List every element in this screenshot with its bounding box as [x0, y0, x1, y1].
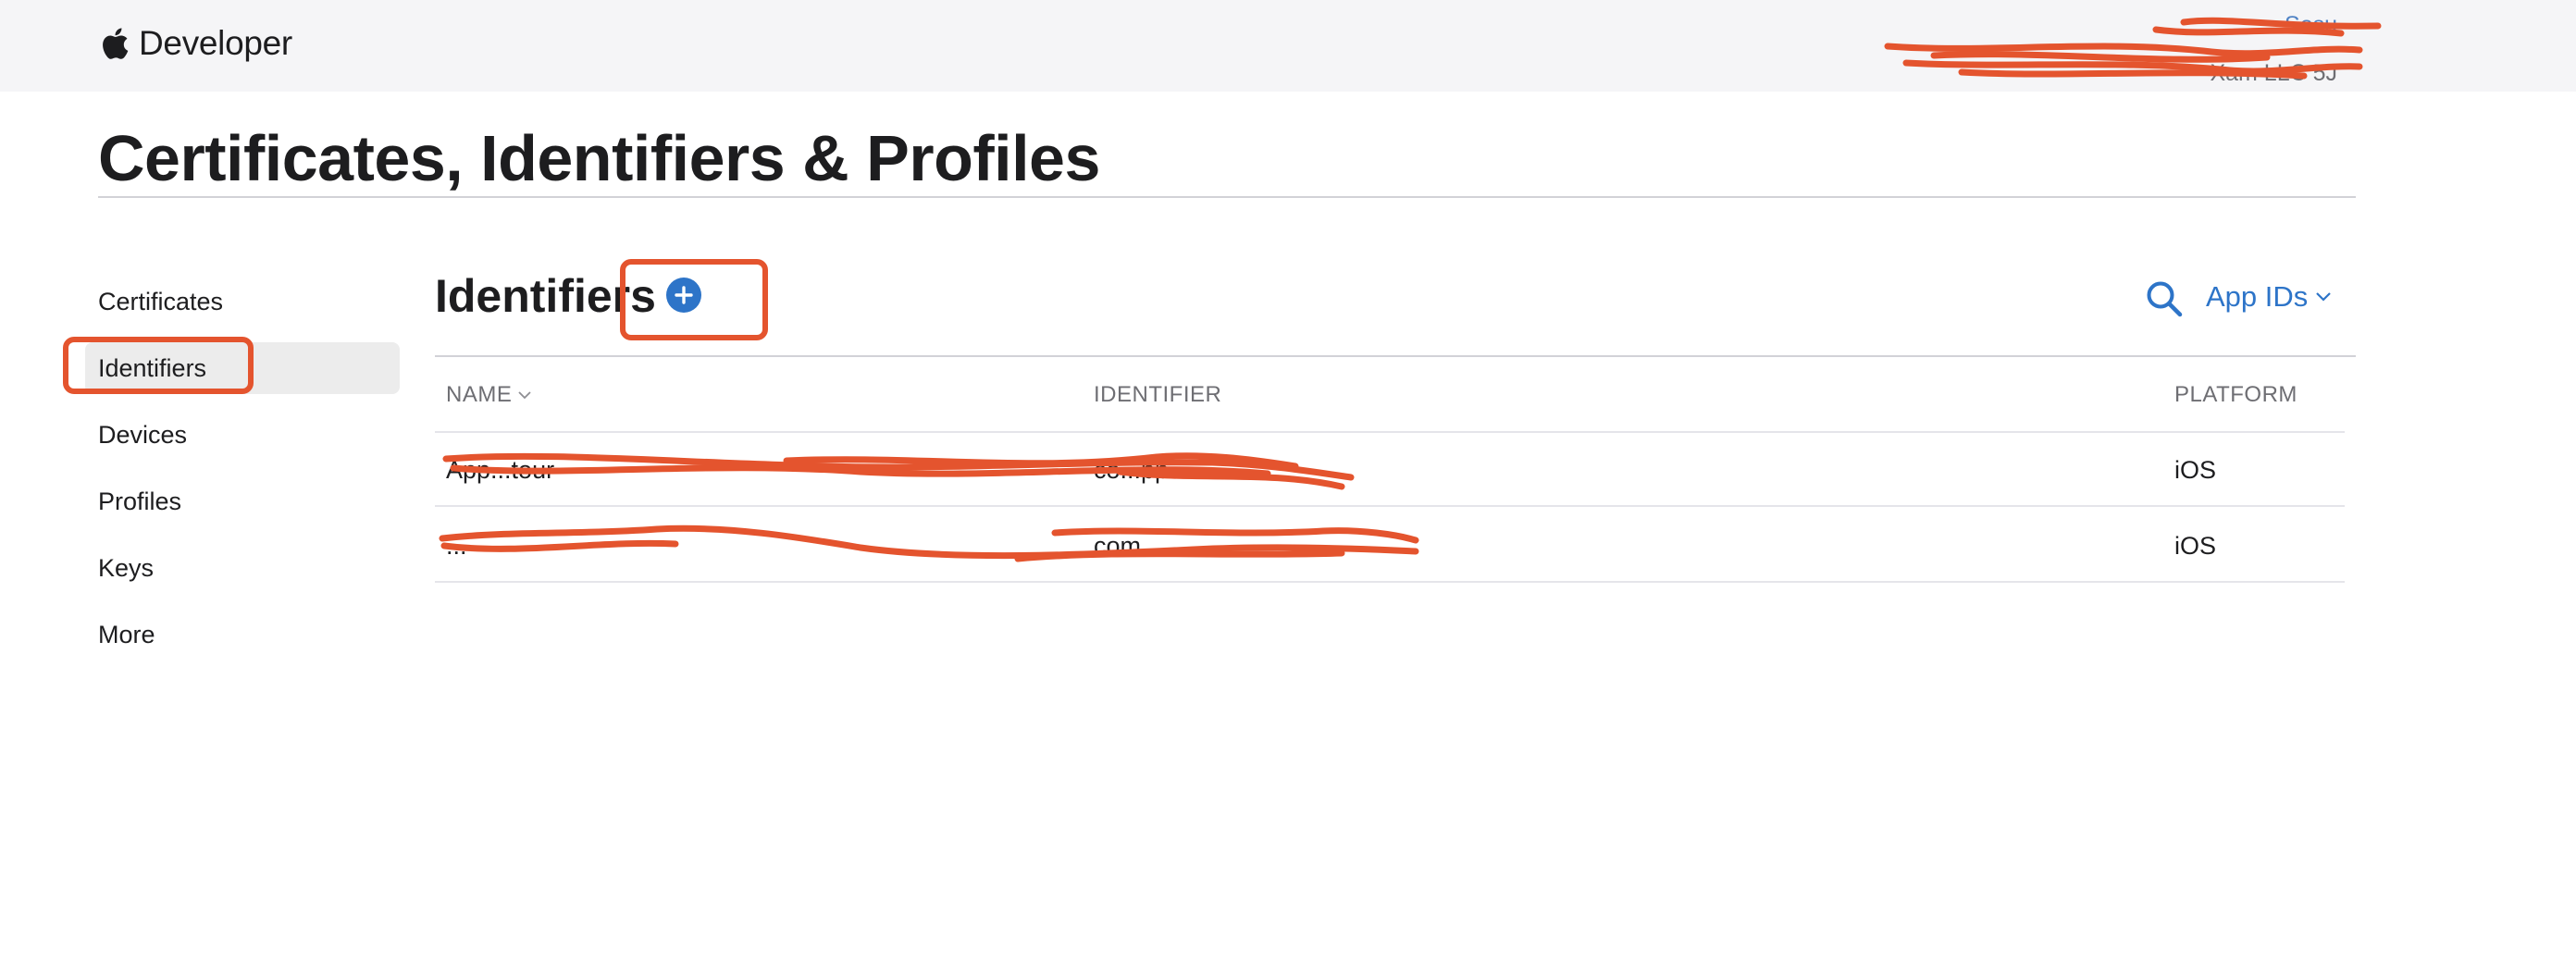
- brand-label: Developer: [139, 24, 292, 62]
- column-header-name[interactable]: NAME: [446, 359, 532, 431]
- search-icon: [2147, 281, 2183, 317]
- table-row[interactable]: ... com... iOS: [435, 509, 2345, 583]
- chevron-down-icon: [2316, 292, 2332, 302]
- title-divider: [98, 196, 2356, 198]
- sidebar-item-devices[interactable]: Devices: [85, 409, 400, 461]
- filter-label: App IDs: [2206, 280, 2309, 313]
- sidebar-item-certificates[interactable]: Certificates: [85, 276, 400, 327]
- table-header: NAME IDENTIFIER PLATFORM: [435, 359, 2345, 431]
- row-name: ...: [446, 531, 467, 560]
- sidebar-item-keys[interactable]: Keys: [85, 542, 400, 594]
- column-header-platform[interactable]: PLATFORM: [2174, 359, 2297, 431]
- sort-chevron-icon: [518, 391, 531, 400]
- sidebar-item-profiles[interactable]: Profiles: [85, 475, 400, 527]
- sidebar-item-identifiers[interactable]: Identifiers: [85, 342, 400, 394]
- search-button[interactable]: [2145, 279, 2184, 318]
- sidebar: Certificates Identifiers Devices Profile…: [85, 276, 400, 675]
- apple-icon: [103, 28, 129, 59]
- add-identifier-button[interactable]: [666, 278, 701, 313]
- row-platform: iOS: [2174, 455, 2217, 484]
- row-platform: iOS: [2174, 531, 2217, 560]
- section-title: Identifiers: [435, 270, 656, 322]
- global-nav: Developer Sosu Xam LLC 5J: [0, 0, 2576, 92]
- type-filter-dropdown[interactable]: App IDs: [2206, 274, 2332, 320]
- table-top-divider: [435, 355, 2356, 357]
- page-title: Certificates, Identifiers & Profiles: [98, 122, 1100, 194]
- account-team: Xam LLC 5J: [2210, 60, 2337, 86]
- account-name[interactable]: Sosu: [2210, 11, 2337, 39]
- account-info[interactable]: Sosu Xam LLC 5J: [2210, 11, 2337, 87]
- row-identifier: co...pp: [1094, 455, 1170, 484]
- sidebar-item-more[interactable]: More: [85, 609, 400, 660]
- table-row[interactable]: App...tour co...pp iOS: [435, 433, 2345, 507]
- row-identifier: com...: [1094, 531, 1162, 560]
- plus-icon: [675, 286, 693, 304]
- row-name: App...tour: [446, 455, 555, 484]
- column-header-identifier[interactable]: IDENTIFIER: [1094, 359, 1221, 431]
- apple-developer-logo[interactable]: Developer: [98, 20, 292, 67]
